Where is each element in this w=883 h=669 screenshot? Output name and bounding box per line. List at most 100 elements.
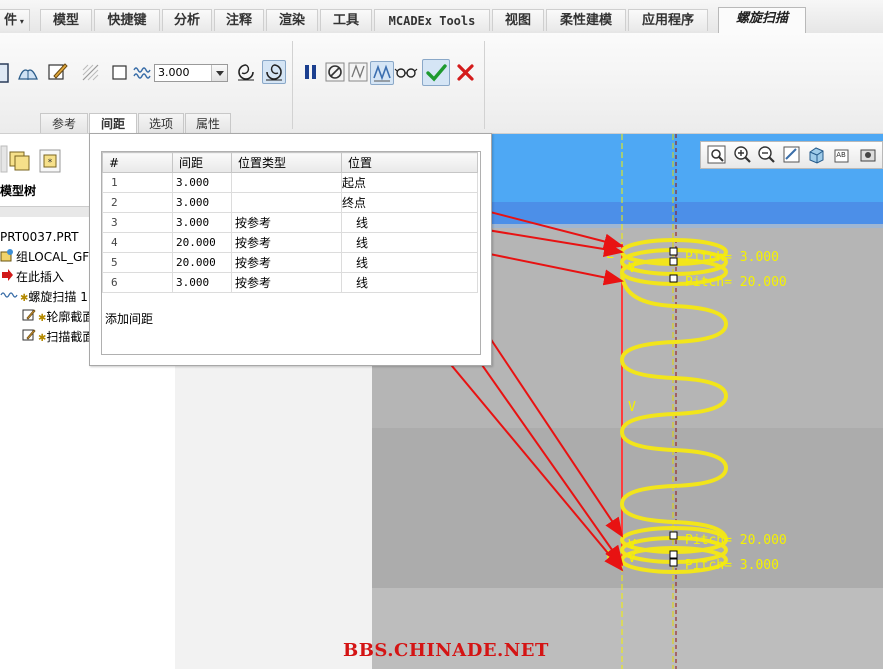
tab-annotate[interactable]: 注释	[214, 9, 264, 31]
pause-icon[interactable]	[300, 61, 324, 85]
axis-label: V	[628, 261, 636, 276]
cell-pitch[interactable]: 3.000	[172, 212, 232, 233]
tab-tools[interactable]: 工具	[320, 9, 372, 31]
glasses-icon[interactable]	[394, 61, 418, 85]
cell-location[interactable]: 线	[341, 272, 478, 293]
view-toolbar: AB	[700, 141, 883, 169]
no-preview-icon[interactable]	[324, 61, 348, 85]
saved-views-icon[interactable]: AB	[832, 145, 852, 165]
tab-applications[interactable]: 应用程序	[628, 9, 708, 31]
cell-location[interactable]: 线	[341, 252, 478, 273]
subtab-pitch[interactable]: 间距	[89, 113, 137, 134]
tree-item-local-group[interactable]: 组LOCAL_GF	[0, 248, 89, 266]
tab-file[interactable]: 件 ▾	[0, 9, 30, 31]
preview-icon[interactable]	[347, 61, 371, 85]
cell-location[interactable]: 终点	[341, 192, 478, 213]
tree-item-label: 轮廓截面	[46, 310, 95, 324]
sketch-icon[interactable]	[0, 61, 16, 85]
cell-location-type[interactable]: 按参考	[231, 252, 342, 273]
tree-item-insert-here[interactable]: 在此插入	[0, 268, 64, 286]
table-row[interactable]: 1 3.000 起点	[102, 172, 478, 193]
tab-label: 件	[4, 13, 18, 28]
cancel-x-icon[interactable]	[454, 61, 478, 85]
cell-pitch[interactable]: 3.000	[172, 272, 232, 293]
hatch-icon[interactable]	[79, 61, 103, 85]
subtab-properties[interactable]: 属性	[185, 113, 231, 133]
axis-label: L	[606, 247, 614, 262]
cell-location-type[interactable]: 按参考	[231, 232, 342, 253]
group-icon	[0, 248, 14, 267]
ok-check-icon[interactable]	[422, 59, 450, 86]
tab-helical-sweep[interactable]: 螺旋扫描	[718, 7, 806, 33]
cell-location[interactable]: 起点	[341, 172, 478, 193]
pitch-label: Pitch= 20.000	[685, 275, 787, 290]
svg-text:*: *	[48, 158, 53, 168]
pitch-label: Pitch= 3.000	[685, 558, 779, 573]
tree-item-part[interactable]: PRT0037.PRT	[0, 228, 78, 246]
table-row[interactable]: 2 3.000 终点	[102, 192, 478, 213]
verify-icon[interactable]	[370, 61, 394, 85]
zoom-fit-icon[interactable]	[707, 145, 727, 165]
left-hand-icon[interactable]	[234, 60, 258, 84]
watermark: BBS.CHINADE.NET	[343, 640, 549, 661]
tab-view[interactable]: 视图	[492, 9, 544, 31]
col-header-location-type: 位置类型	[231, 152, 342, 173]
right-hand-icon[interactable]	[262, 60, 286, 84]
edit-icon[interactable]	[46, 60, 70, 84]
cell-pitch[interactable]: 20.000	[172, 232, 232, 253]
tree-item-label: 螺旋扫描 1	[28, 290, 88, 304]
insert-arrow-icon	[0, 268, 14, 287]
cell-location[interactable]: 线	[341, 232, 478, 253]
cell-index: 6	[102, 272, 173, 293]
tab-analysis[interactable]: 分析	[162, 9, 212, 31]
tab-render[interactable]: 渲染	[266, 9, 318, 31]
zoom-out-icon[interactable]	[757, 145, 777, 165]
open-profile-icon[interactable]	[16, 61, 40, 85]
table-row[interactable]: 6 3.000 按参考 线	[102, 272, 478, 293]
tab-flexible-modeling[interactable]: 柔性建模	[546, 9, 626, 31]
tree-item-label: 扫描截面	[46, 330, 95, 344]
helix-feature-icon	[0, 288, 18, 307]
cell-pitch[interactable]: 3.000	[172, 192, 232, 213]
tree-item-label: PRT0037.PRT	[0, 230, 79, 244]
col-header-location: 位置	[341, 152, 478, 173]
tab-mcadex-tools[interactable]: MCADEx Tools	[374, 9, 490, 31]
pitch-input[interactable]: 3.000	[154, 64, 228, 82]
tree-item-helical-sweep[interactable]: ✱螺旋扫描 1	[0, 288, 88, 306]
repaint-icon[interactable]	[782, 145, 802, 165]
view-manager-icon[interactable]	[859, 145, 879, 165]
cell-index: 4	[102, 232, 173, 253]
subtab-references[interactable]: 参考	[40, 113, 88, 133]
add-pitch-row[interactable]: 添加间距	[105, 310, 153, 327]
tab-shortcuts[interactable]: 快捷键	[94, 9, 160, 31]
cell-index: 5	[102, 252, 173, 273]
table-row[interactable]: 4 20.000 按参考 线	[102, 232, 478, 253]
pitch-value: 3.000	[158, 66, 190, 79]
helical-sweep-dashboard: 3.000 参考 间距 选项 属性	[0, 33, 883, 134]
tab-model[interactable]: 模型	[40, 9, 92, 31]
zoom-in-icon[interactable]	[733, 145, 753, 165]
cell-location-type[interactable]	[231, 192, 342, 213]
pitch-label: Pitch= 3.000	[685, 250, 779, 265]
display-style-icon[interactable]	[807, 145, 827, 165]
sketch-edit-icon	[22, 308, 36, 327]
cell-location-type[interactable]: 按参考	[231, 212, 342, 233]
cell-index: 1	[102, 172, 173, 193]
cell-pitch[interactable]: 20.000	[172, 252, 232, 273]
cell-location-type[interactable]	[231, 172, 342, 193]
cell-location-type[interactable]: 按参考	[231, 272, 342, 293]
cell-location[interactable]: 线	[341, 212, 478, 233]
tree-item-profile-section[interactable]: ✱轮廓截面	[22, 308, 94, 326]
cell-index: 2	[102, 192, 173, 213]
table-row[interactable]: 5 20.000 按参考 线	[102, 252, 478, 273]
tree-item-sweep-section[interactable]: ✱扫描截面	[22, 328, 94, 346]
pitch-spacing-panel: # 间距 位置类型 位置 1 3.000 起点 2 3.000 终点 3 3.0…	[89, 133, 492, 366]
cell-index: 3	[102, 212, 173, 233]
subtab-options[interactable]: 选项	[138, 113, 184, 133]
cell-pitch[interactable]: 3.000	[172, 172, 232, 193]
chevron-down-icon[interactable]	[211, 65, 227, 81]
axis-label: V	[628, 551, 636, 566]
axis-label: V	[628, 400, 636, 415]
model-tree-toolbar: *	[0, 144, 90, 176]
table-row[interactable]: 3 3.000 按参考 线	[102, 212, 478, 233]
